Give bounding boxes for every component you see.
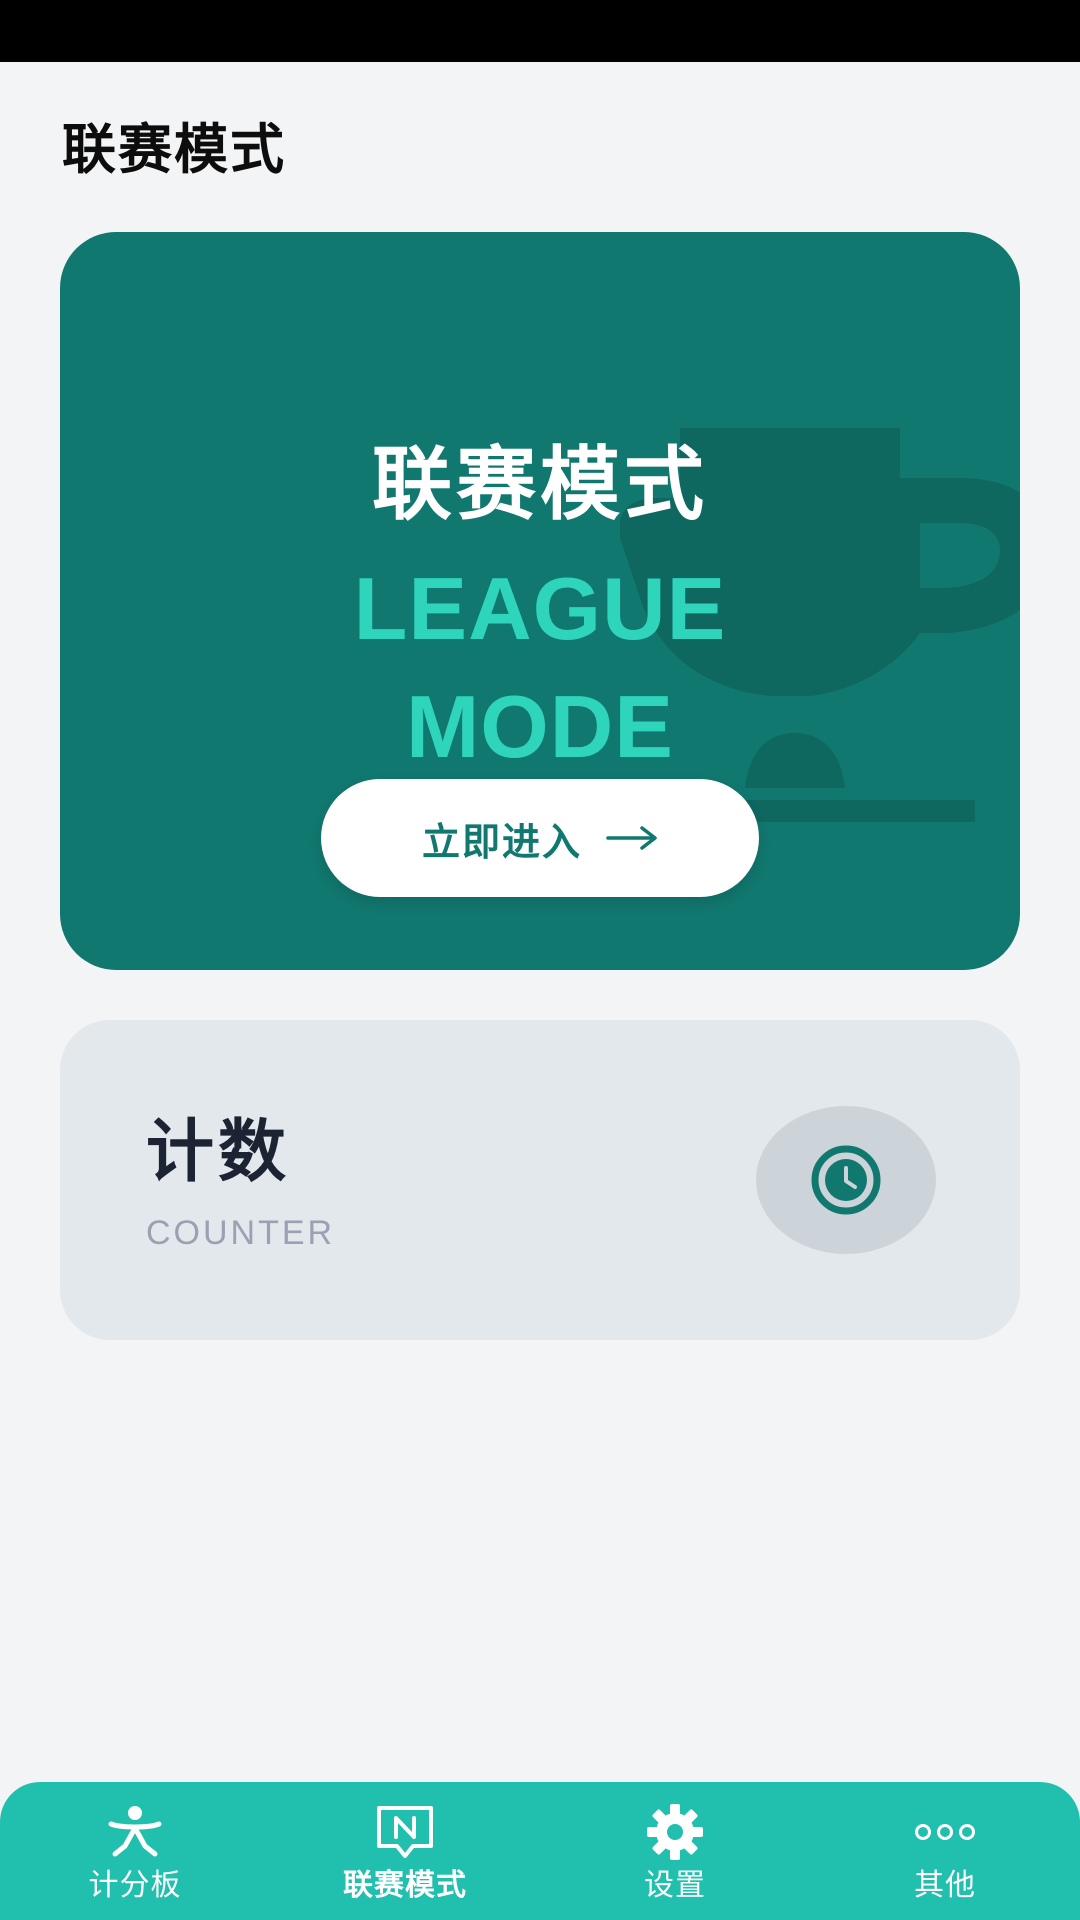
clock-icon	[811, 1145, 881, 1215]
counter-subtitle: COUNTER	[146, 1214, 336, 1252]
league-subtitle-line2: MODE	[406, 677, 674, 776]
enter-now-label: 立即进入	[421, 819, 582, 864]
nav-item-league-mode[interactable]: 联赛模式	[270, 1782, 540, 1920]
more-dots-icon	[915, 1824, 975, 1840]
league-mode-card[interactable]: 联赛模式 LEAGUE MODE 立即进入	[60, 232, 1020, 970]
gear-icon	[647, 1804, 703, 1860]
nav-label-other: 其他	[914, 1868, 976, 1903]
nav-item-settings[interactable]: 设置	[540, 1782, 810, 1920]
enter-now-button[interactable]: 立即进入	[321, 779, 759, 897]
status-bar	[0, 0, 1080, 62]
league-mode-title: 联赛模式	[372, 438, 708, 531]
person-icon	[108, 1806, 162, 1857]
counter-title: 计数	[146, 1113, 291, 1192]
nav-label-league-mode: 联赛模式	[343, 1868, 467, 1903]
page-title: 联赛模式	[62, 118, 286, 181]
bottom-nav: 计分板 联赛模式 设置 其他	[0, 1782, 1080, 1920]
league-mode-subtitle: LEAGUE MODE	[60, 550, 1020, 786]
arrow-right-icon	[606, 826, 657, 850]
nav-item-scoreboard[interactable]: 计分板	[0, 1782, 270, 1920]
nav-item-other[interactable]: 其他	[810, 1782, 1080, 1920]
league-subtitle-line1: LEAGUE	[353, 559, 727, 658]
nav-label-settings: 设置	[644, 1868, 706, 1903]
counter-clock-button[interactable]	[756, 1106, 936, 1254]
counter-card[interactable]: 计数 COUNTER	[60, 1020, 1020, 1340]
nav-label-scoreboard: 计分板	[88, 1868, 182, 1903]
league-badge-icon	[377, 1806, 433, 1858]
